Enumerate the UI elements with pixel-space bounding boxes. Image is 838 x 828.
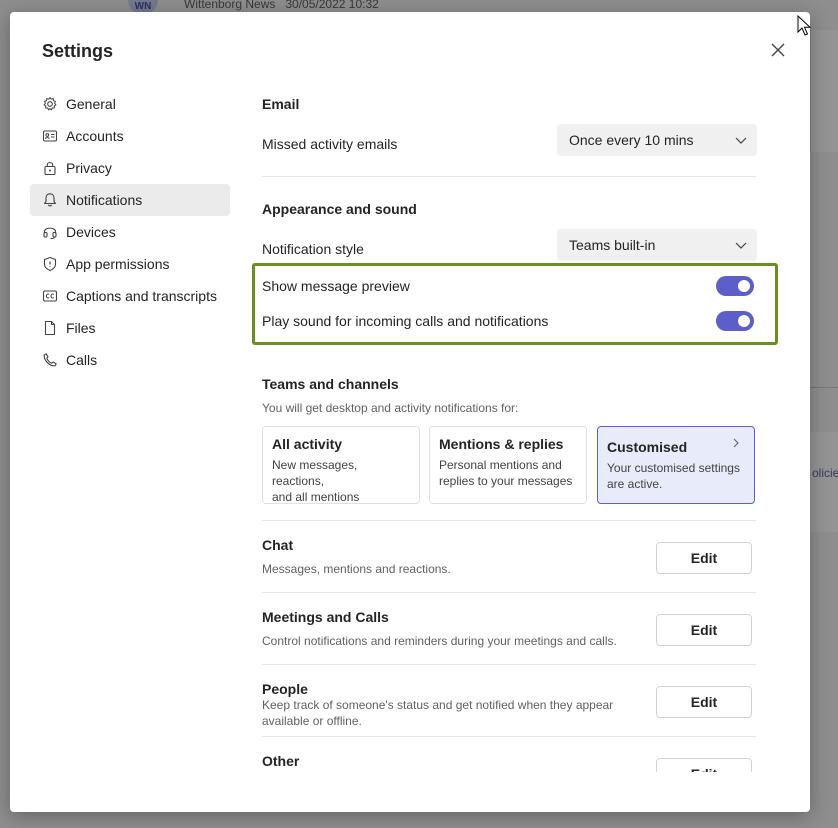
id-card-icon [42,128,58,144]
chat-desc: Messages, mentions and reactions. [262,562,451,576]
sidebar-item-label: Calls [66,352,98,368]
sidebar-item-label: General [66,96,116,112]
dropdown-value: Once every 10 mins [569,132,694,148]
sidebar-item-label: Notifications [66,192,143,208]
missed-activity-label: Missed activity emails [262,136,398,152]
teams-section-subtitle: You will get desktop and activity notifi… [262,401,519,415]
section-divider [262,736,756,737]
other-edit-clip: Edit [656,758,752,772]
chevron-down-icon [735,137,747,144]
bell-icon [42,192,58,208]
card-title: All activity [272,436,343,452]
scroll-fade [262,772,762,812]
card-customised[interactable]: Customised Your customised settings are … [597,426,755,504]
show-preview-label: Show message preview [262,278,410,294]
appearance-section-title: Appearance and sound [262,201,417,217]
file-icon [42,320,58,336]
headset-icon [42,224,58,240]
sidebar-item-notifications[interactable]: Notifications [30,184,230,216]
card-title: Mentions & replies [439,436,564,452]
sidebar-item-app-permissions[interactable]: App permissions [30,248,230,280]
mouse-cursor-icon [797,15,811,36]
dialog-title: Settings [42,41,114,61]
toggle-knob [738,280,750,292]
sidebar-item-captions[interactable]: Captions and transcripts [30,280,230,312]
section-divider [262,592,756,593]
card-desc-line: replies to your messages [439,474,573,488]
missed-activity-dropdown[interactable]: Once every 10 mins [557,124,757,156]
other-title: Other [262,753,300,769]
section-divider [262,664,756,665]
close-icon [771,43,785,57]
chat-title: Chat [262,537,294,553]
chat-edit-button[interactable]: Edit [656,542,752,574]
people-desc-line: available or offline. [262,714,362,728]
phone-icon [42,352,58,368]
shield-icon [42,256,58,272]
people-desc-line: Keep track of someone's status and get n… [262,698,614,712]
card-title: Customised [607,439,688,455]
people-title: People [262,681,308,697]
meetings-edit-button[interactable]: Edit [656,614,752,646]
sidebar-item-privacy[interactable]: Privacy [30,152,230,184]
gear-icon [42,96,58,112]
play-sound-label: Play sound for incoming calls and notifi… [262,313,549,329]
meetings-desc: Control notifications and reminders duri… [262,634,617,648]
toggle-knob [738,315,750,327]
sidebar-item-label: Accounts [66,128,124,144]
email-section-title: Email [262,96,300,112]
card-desc-line: Your customised settings [607,461,740,475]
people-edit-button[interactable]: Edit [656,686,752,718]
show-preview-toggle[interactable] [716,276,754,296]
sidebar-item-files[interactable]: Files [30,312,230,344]
sidebar-item-label: App permissions [66,256,170,272]
cc-icon [42,288,58,304]
dropdown-value: Teams built-in [569,237,656,253]
notification-style-label: Notification style [262,241,364,257]
section-divider [262,176,756,177]
section-divider [262,520,756,521]
sidebar-item-label: Files [66,320,96,336]
sidebar-item-accounts[interactable]: Accounts [30,120,230,152]
play-sound-toggle[interactable] [716,311,754,331]
notification-style-dropdown[interactable]: Teams built-in [557,229,757,261]
highlight-annotation-box [252,263,778,345]
sidebar-item-general[interactable]: General [30,88,230,120]
card-desc-line: New messages, reactions, [272,458,358,488]
sidebar-item-label: Privacy [66,160,112,176]
card-desc-line: are active. [607,477,663,491]
close-button[interactable] [768,40,788,60]
sidebar-item-label: Captions and transcripts [66,288,217,304]
sidebar-item-devices[interactable]: Devices [30,216,230,248]
settings-sidebar: General Accounts Privacy Notifications D… [30,88,230,376]
teams-section-title: Teams and channels [262,376,399,392]
lock-icon [42,160,58,176]
sidebar-item-calls[interactable]: Calls [30,344,230,376]
card-desc-line: and all mentions [272,490,360,504]
sidebar-item-label: Devices [66,224,116,240]
card-all-activity[interactable]: All activity New messages, reactions, an… [262,426,420,504]
chevron-right-icon [733,438,739,448]
chevron-down-icon [735,242,747,249]
card-mentions-replies[interactable]: Mentions & replies Personal mentions and… [429,426,587,504]
settings-dialog: Settings General Accounts Privacy Notifi… [10,12,810,812]
meetings-title: Meetings and Calls [262,609,389,625]
other-edit-button[interactable]: Edit [656,758,752,772]
card-desc-line: Personal mentions and [439,458,562,472]
